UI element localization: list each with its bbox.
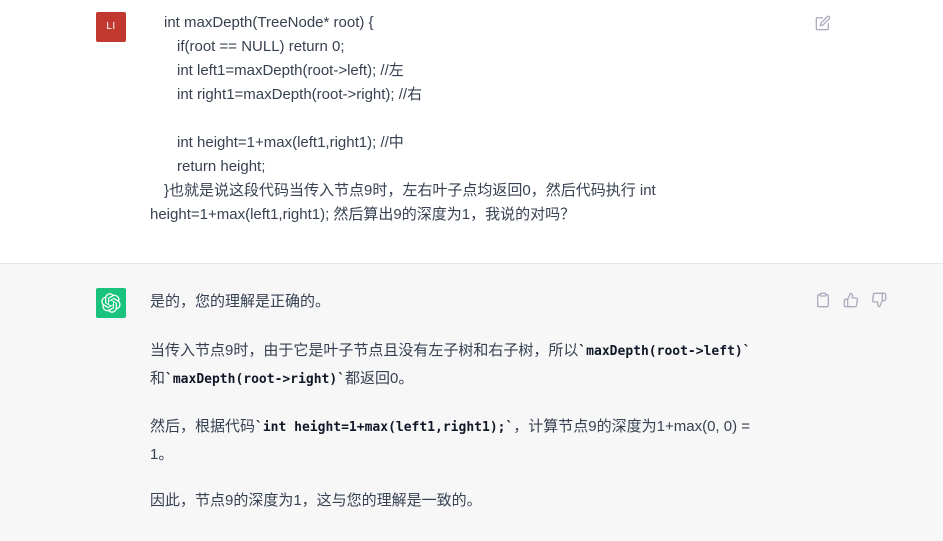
user-line: int right1=maxDepth(root->right); //右 — [177, 86, 423, 103]
thumbs-up-icon[interactable] — [842, 291, 860, 309]
thumbs-down-icon[interactable] — [870, 291, 888, 309]
clipboard-icon[interactable] — [814, 291, 832, 309]
inline-code: `maxDepth(root->left)` — [578, 344, 751, 359]
user-line: return height; — [177, 158, 266, 175]
text-span: 然后，根据代码 — [150, 418, 256, 435]
assistant-avatar — [96, 288, 126, 318]
assistant-paragraph-4: 因此，节点9的深度为1，这与您的理解是一致的。 — [150, 492, 482, 509]
user-avatar: LI — [96, 12, 126, 42]
text-span: 当传入节点9时，由于它是叶子节点且没有左子树和右子树，所以 — [150, 342, 579, 359]
assistant-paragraph-3-line-1: 然后，根据代码`int height=1+max(left1,right1);`… — [150, 417, 750, 438]
text-span: ，计算节点9的深度为1+max(0, 0) = — [513, 418, 751, 435]
assistant-paragraph-2-line-1: 当传入节点9时，由于它是叶子节点且没有左子树和右子树，所以`maxDepth(r… — [150, 341, 751, 362]
text-span: 都返回0。 — [345, 370, 414, 387]
edit-icon[interactable] — [814, 14, 832, 32]
user-line: height=1+max(left1,right1); 然后算出9的深度为1，我… — [150, 206, 576, 223]
user-line: if(root == NULL) return 0; — [177, 38, 345, 55]
user-message: LI int maxDepth(TreeNode* root) { if(roo… — [0, 0, 943, 264]
user-line: int height=1+max(left1,right1); //中 — [177, 134, 404, 151]
text-span: 和 — [150, 370, 166, 387]
assistant-paragraph-3-line-2: 1。 — [150, 446, 174, 463]
inline-code: `maxDepth(root->right)` — [165, 372, 346, 387]
chat-page: LI int maxDepth(TreeNode* root) { if(roo… — [0, 0, 943, 541]
inline-code: `int height=1+max(left1,right1);` — [255, 420, 514, 435]
assistant-paragraph-1: 是的，您的理解是正确的。 — [150, 293, 331, 310]
assistant-paragraph-2-line-2: 和`maxDepth(root->right)`都返回0。 — [150, 369, 413, 390]
user-line: }也就是说这段代码当传入节点9时，左右叶子点均返回0，然后代码执行 int — [164, 182, 656, 199]
user-line: int left1=maxDepth(root->left); //左 — [177, 62, 404, 79]
openai-logo-icon — [101, 293, 121, 313]
user-line: int maxDepth(TreeNode* root) { — [164, 14, 374, 31]
